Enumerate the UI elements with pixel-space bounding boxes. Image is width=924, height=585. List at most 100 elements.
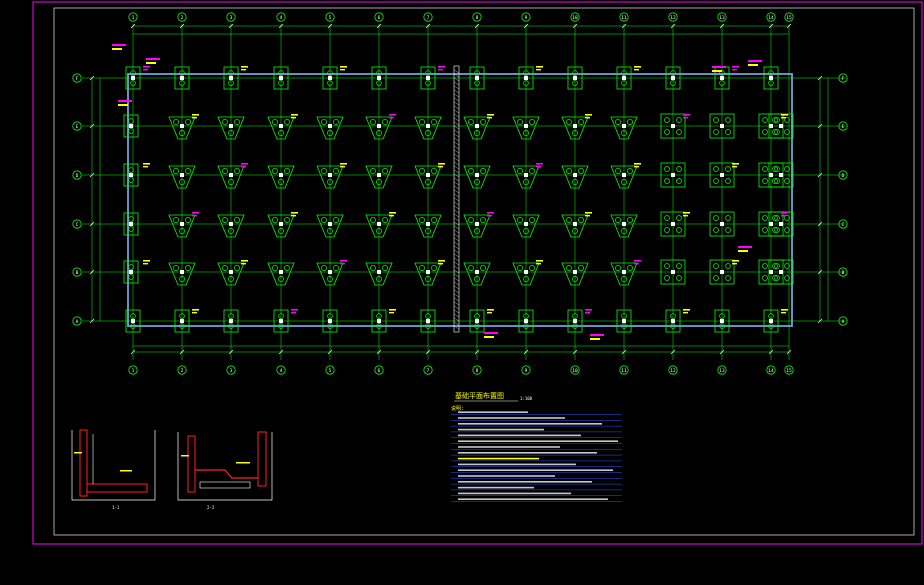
annotation-mark: [487, 312, 492, 314]
column-square: [229, 76, 233, 80]
annotation-mark: [438, 163, 445, 165]
notes-text-mark: [458, 469, 613, 471]
notes-text-mark: [458, 423, 602, 425]
column-square: [229, 222, 233, 226]
annotation-block: [146, 58, 160, 60]
grid-bubble-label: E: [76, 124, 79, 130]
grid-bubble-label: 7: [427, 15, 430, 21]
grid-bubble-label: 6: [378, 368, 381, 374]
annotation-mark: [241, 166, 246, 168]
column-square: [475, 76, 479, 80]
annotation-mark: [340, 69, 345, 71]
column-square: [769, 222, 773, 226]
grid-bubble-label: 3: [230, 368, 233, 374]
column-square: [426, 319, 430, 323]
annotation-mark: [634, 69, 639, 71]
column-square: [524, 76, 528, 80]
grid-bubble-label: C: [842, 222, 845, 228]
annotation-mark: [781, 215, 786, 217]
annotation-block: [484, 332, 498, 334]
column-square: [524, 222, 528, 226]
notes-text-mark: [458, 434, 581, 437]
annotation-block: [590, 338, 600, 340]
column-square: [129, 173, 133, 177]
grid-bubble-label: 1: [132, 15, 135, 21]
column-square: [377, 222, 381, 226]
column-square: [671, 319, 675, 323]
column-square: [524, 124, 528, 128]
grid-bubble-label: 14: [768, 15, 774, 21]
sheet-title: 基础平面布置图: [455, 391, 504, 400]
column-square: [426, 76, 430, 80]
column-square: [779, 173, 783, 177]
column-square: [720, 173, 724, 177]
annotation-mark: [438, 69, 443, 71]
grid-bubble-label: 1: [132, 368, 135, 374]
column-square: [229, 173, 233, 177]
annotation-mark: [683, 309, 690, 311]
annotation-mark: [683, 114, 690, 116]
background: [0, 0, 924, 585]
annotation-mark: [487, 117, 492, 119]
annotation-mark: [781, 309, 788, 311]
grid-bubble-label: 4: [280, 368, 283, 374]
annotation-mark: [143, 263, 148, 265]
detail-label-mark: [236, 462, 250, 464]
annotation-mark: [438, 66, 445, 68]
column-square: [671, 222, 675, 226]
annotation-mark: [781, 114, 788, 116]
grid-bubble-label: B: [842, 270, 845, 276]
column-square: [328, 319, 332, 323]
annotation-mark: [291, 117, 296, 119]
grid-bubble-label: 15: [786, 368, 792, 374]
column-square: [720, 222, 724, 226]
column-square: [671, 124, 675, 128]
annotation-mark: [438, 260, 445, 262]
annotation-block: [712, 66, 726, 68]
grid-bubble-label: 15: [786, 15, 792, 21]
grid-bubble-label: 7: [427, 368, 430, 374]
column-square: [769, 270, 773, 274]
column-square: [475, 270, 479, 274]
annotation-mark: [340, 263, 345, 265]
annotation-mark: [291, 309, 298, 311]
annotation-mark: [340, 163, 347, 165]
column-square: [622, 76, 626, 80]
column-square: [328, 124, 332, 128]
notes-text-mark: [458, 440, 618, 442]
grid-bubble-label: E: [842, 124, 845, 130]
column-square: [573, 319, 577, 323]
column-square: [524, 173, 528, 177]
column-square: [769, 124, 773, 128]
notes-heading: 说明:: [451, 405, 464, 412]
column-square: [180, 124, 184, 128]
column-square: [129, 222, 133, 226]
annotation-mark: [732, 166, 737, 168]
column-square: [180, 76, 184, 80]
annotation-block: [712, 70, 722, 72]
grid-bubble-label: 14: [768, 368, 774, 374]
annotation-mark: [732, 260, 739, 262]
annotation-block: [118, 104, 128, 106]
column-square: [180, 222, 184, 226]
annotation-block: [590, 334, 604, 336]
annotation-mark: [732, 263, 737, 265]
annotation-mark: [487, 309, 494, 311]
column-square: [426, 173, 430, 177]
column-square: [229, 124, 233, 128]
grid-bubble-label: 3: [230, 15, 233, 21]
annotation-mark: [143, 163, 150, 165]
grid-bubble-label: 10: [572, 368, 578, 374]
annotation-mark: [192, 117, 197, 119]
column-square: [671, 173, 675, 177]
annotation-mark: [536, 66, 543, 68]
annotation-mark: [732, 163, 739, 165]
annotation-mark: [438, 166, 443, 168]
column-square: [328, 270, 332, 274]
annotation-mark: [683, 215, 688, 217]
grid-bubble-label: 4: [280, 15, 283, 21]
notes-text-mark: [458, 417, 565, 419]
annotation-mark: [732, 69, 737, 71]
annotation-mark: [241, 66, 248, 68]
grid-bubble-label: 10: [572, 15, 578, 21]
